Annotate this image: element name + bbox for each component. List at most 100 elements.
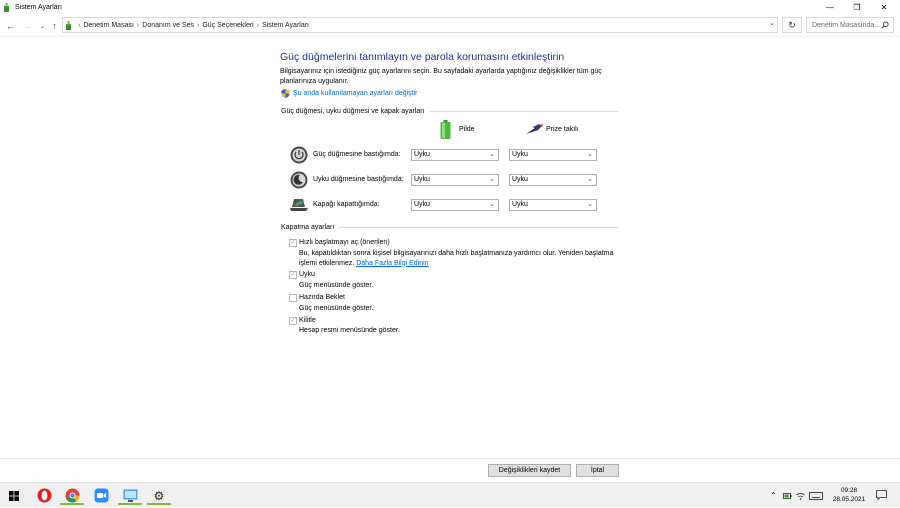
chevron-up-icon[interactable]: ⌃ (770, 491, 777, 500)
sleep-button-battery-select[interactable]: Uyku ⌄ (411, 174, 499, 186)
select-value: Uyku (512, 201, 528, 208)
battery-icon (440, 120, 451, 139)
taskbar-clock[interactable]: 09:28 28.05.2021 (830, 486, 868, 504)
laptop-lid-icon (290, 199, 308, 211)
sleep-checkbox[interactable]: ✓ (289, 271, 297, 279)
clock-time: 09:28 (840, 487, 858, 494)
sleep-option-label: Uyku (299, 271, 315, 278)
sleep-button-label: Uyku düğmesine bastığımda: (313, 176, 404, 183)
lock-option-label: Kilitle (299, 317, 316, 324)
active-indicator (60, 503, 84, 505)
select-value: Uyku (414, 201, 430, 208)
close-button[interactable]: ✕ (870, 0, 898, 14)
power-section-header: Güç düğmesi, uyku düğmesi ve kapak ayarl… (281, 108, 618, 115)
page-title: Güç düğmelerini tanımlayın ve parola kor… (280, 51, 565, 63)
select-value: Uyku (512, 176, 528, 183)
taskbar-chrome[interactable] (58, 486, 86, 505)
power-plug-icon (526, 124, 543, 134)
taskbar-settings[interactable]: ⚙ (145, 486, 173, 505)
power-button-battery-select[interactable]: Uyku ⌄ (411, 149, 499, 161)
search-input[interactable]: Denetim Masasında... (806, 17, 894, 33)
shutdown-section-label: Kapatma ayarları (281, 224, 335, 231)
sleep-button-plugged-select[interactable]: Uyku ⌄ (509, 174, 597, 186)
clock-date: 28.05.2021 (832, 496, 866, 503)
keyboard-icon[interactable] (808, 491, 823, 500)
search-icon (881, 21, 889, 29)
select-value: Uyku (414, 176, 430, 183)
fast-startup-checkbox[interactable]: ✓ (289, 239, 297, 247)
chevron-right-icon: › (197, 21, 200, 29)
lock-checkbox[interactable]: ✓ (289, 317, 297, 325)
minimize-button[interactable]: — (816, 0, 844, 14)
battery-column-label: Pilde (459, 126, 475, 133)
hibernate-option-label: Hazırda Beklet (299, 294, 345, 301)
battery-column-header: Pilde (440, 120, 475, 139)
chevron-down-icon: ⌄ (489, 201, 495, 208)
forward-arrow-icon[interactable]: → (22, 19, 33, 33)
sleep-button-icon (290, 171, 308, 189)
footer-divider (0, 458, 900, 459)
address-bar[interactable]: › Denetim Masası › Donanım ve Ses › Güç … (62, 17, 778, 33)
lid-close-plugged-select[interactable]: Uyku ⌄ (509, 199, 597, 211)
window-title: Sistem Ayarları (15, 3, 62, 11)
taskbar-control-panel[interactable] (116, 486, 144, 505)
taskbar-opera[interactable] (30, 486, 58, 505)
refresh-button[interactable]: ↻ (782, 17, 802, 33)
power-options-icon (4, 2, 9, 12)
refresh-icon: ↻ (788, 19, 796, 30)
section-divider (429, 111, 618, 112)
power-button-label: Güç düğmesine bastığımda: (313, 151, 401, 158)
description-line: işlemi etkilenmez. (299, 259, 355, 267)
lid-close-battery-select[interactable]: Uyku ⌄ (411, 199, 499, 211)
breadcrumb-hardware-sound[interactable]: Donanım ve Ses (142, 22, 194, 29)
opera-icon (37, 488, 51, 503)
taskbar-zoom[interactable] (87, 486, 115, 505)
sleep-option-description: Güç menüsünde göster. (299, 282, 374, 289)
chevron-right-icon: › (256, 21, 260, 29)
back-arrow-icon[interactable]: ← (5, 19, 16, 33)
recent-locations-icon[interactable]: ⌄ (37, 19, 48, 33)
hibernate-checkbox[interactable] (289, 294, 297, 302)
maximize-button[interactable]: ❐ (843, 0, 871, 14)
taskbar: ⚙ ⌃ 09:28 28.05.2021 (0, 482, 900, 507)
chevron-down-icon: ⌄ (489, 176, 495, 183)
battery-tray-icon[interactable] (782, 492, 792, 500)
cancel-button[interactable]: İptal (576, 464, 619, 477)
start-button[interactable] (0, 486, 28, 505)
chevron-down-icon[interactable]: ⌄ (769, 19, 775, 27)
control-panel-icon (66, 20, 71, 30)
power-button-icon (290, 146, 308, 164)
breadcrumb-power-options[interactable]: Güç Seçenekleri (202, 22, 253, 29)
chevron-down-icon: ⌄ (587, 176, 593, 183)
wifi-icon[interactable] (795, 492, 805, 500)
title-bar: Sistem Ayarları (0, 0, 900, 14)
section-divider (339, 227, 618, 228)
select-value: Uyku (414, 151, 430, 158)
lid-close-label: Kapağı kapattığımda: (313, 201, 380, 208)
power-button-plugged-select[interactable]: Uyku ⌄ (509, 149, 597, 161)
control-panel-icon (123, 489, 137, 502)
learn-more-link[interactable]: Daha Fazla Bilgi Edinin (356, 260, 428, 267)
plugged-column-label: Prize takılı (546, 126, 579, 133)
save-changes-button[interactable]: Değişiklikleri kaydet (488, 464, 571, 477)
chrome-icon (65, 488, 79, 503)
zoom-icon (94, 488, 108, 503)
windows-logo-icon (9, 490, 19, 501)
system-tray: ⌃ (770, 483, 823, 508)
chevron-down-icon: ⌄ (587, 201, 593, 208)
select-value: Uyku (512, 151, 528, 158)
up-arrow-icon[interactable]: ↑ (49, 19, 60, 33)
plugged-column-header: Prize takılı (525, 124, 579, 135)
description-line: Bu, kapatıldıktan sonra kişisel bilgisay… (299, 250, 614, 257)
fast-startup-label: Hızlı başlatmayı aç (önerilen) (299, 239, 390, 246)
change-link-label: Şu anda kullanılamayan ayarları değiştir (293, 90, 418, 97)
active-indicator (118, 503, 142, 505)
hibernate-option-description: Güç menüsünde göster. (299, 305, 374, 312)
gear-icon: ⚙ (153, 488, 165, 503)
notification-icon[interactable] (876, 490, 887, 500)
search-placeholder: Denetim Masasında... (812, 21, 881, 29)
breadcrumb-system-settings[interactable]: Sistem Ayarları (262, 22, 309, 29)
page-description: Bilgisayarınız için istediğiniz güç ayar… (280, 68, 602, 85)
breadcrumb-control-panel[interactable]: Denetim Masası (83, 22, 134, 29)
change-unavailable-settings-link[interactable]: Şu anda kullanılamayan ayarları değiştir (281, 89, 418, 98)
